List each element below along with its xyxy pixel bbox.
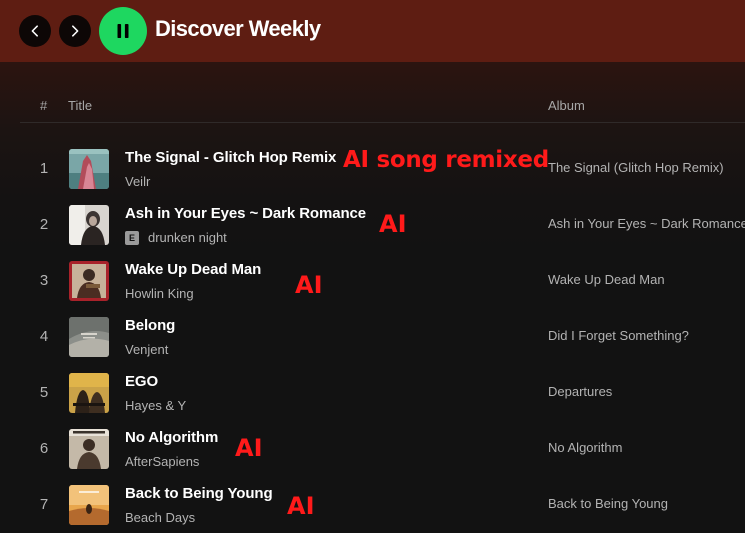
- track-number: 2: [39, 216, 49, 233]
- album-art[interactable]: [69, 373, 109, 413]
- track-album[interactable]: Wake Up Dead Man: [548, 272, 665, 287]
- track-number: 1: [39, 160, 49, 177]
- track-row[interactable]: 6 No Algorithm AfterSapiens No Algorithm: [0, 419, 745, 475]
- track-title[interactable]: No Algorithm: [125, 429, 218, 446]
- track-row[interactable]: 3 Wake Up Dead Man Howlin King Wake Up D…: [0, 251, 745, 307]
- track-title[interactable]: The Signal - Glitch Hop Remix: [125, 149, 336, 166]
- pause-icon: [117, 24, 129, 38]
- track-row[interactable]: 7 Back to Being Young Beach Days Back to…: [0, 475, 745, 531]
- chevron-left-icon: [31, 25, 38, 37]
- track-album[interactable]: Back to Being Young: [548, 496, 668, 511]
- album-art[interactable]: [69, 429, 109, 469]
- ai-annotation: AI: [287, 492, 315, 520]
- chevron-right-icon: [72, 25, 79, 37]
- artist-link[interactable]: Veilr: [125, 174, 150, 189]
- column-number: #: [40, 98, 48, 113]
- track-number: 5: [39, 384, 49, 401]
- pause-button[interactable]: [99, 7, 147, 55]
- artist-link[interactable]: Howlin King: [125, 286, 194, 301]
- playlist-title: Discover Weekly: [155, 16, 321, 41]
- ai-annotation: AI: [379, 210, 407, 238]
- track-title[interactable]: Wake Up Dead Man: [125, 261, 261, 278]
- artist-link[interactable]: drunken night: [148, 230, 227, 245]
- explicit-badge: E: [125, 230, 139, 245]
- album-art-image: [69, 317, 109, 357]
- album-art-image: [69, 485, 109, 525]
- track-artist: Howlin King: [125, 286, 194, 301]
- track-artist: Beach Days: [125, 510, 195, 525]
- track-artist: Venjent: [125, 342, 168, 357]
- track-album[interactable]: Ash in Your Eyes ~ Dark Romance: [548, 216, 745, 231]
- track-album[interactable]: Departures: [548, 384, 612, 399]
- track-number: 3: [39, 272, 49, 289]
- track-album[interactable]: No Algorithm: [548, 440, 622, 455]
- track-number: 6: [39, 440, 49, 457]
- track-row[interactable]: 5 EGO Hayes & Y Departures: [0, 363, 745, 419]
- top-bar: Discover Weekly: [0, 0, 745, 62]
- album-art-image: [69, 205, 109, 245]
- artist-link[interactable]: Venjent: [125, 342, 168, 357]
- track-row[interactable]: 4 Belong Venjent Did I Forget Something?: [0, 307, 745, 363]
- album-art[interactable]: [69, 261, 109, 301]
- album-art-image: [69, 149, 109, 189]
- forward-button[interactable]: [59, 15, 91, 47]
- track-number: 7: [39, 496, 49, 513]
- track-artist: Edrunken night: [125, 230, 227, 245]
- back-button[interactable]: [19, 15, 51, 47]
- track-artist: AfterSapiens: [125, 454, 199, 469]
- track-album[interactable]: Did I Forget Something?: [548, 328, 689, 343]
- album-art-image: [69, 261, 109, 301]
- column-title[interactable]: Title: [68, 98, 92, 113]
- album-art[interactable]: [69, 205, 109, 245]
- track-album[interactable]: The Signal (Glitch Hop Remix): [548, 160, 724, 175]
- playlist-page: Discover Weekly # Title Album 1 The Sign…: [0, 0, 745, 533]
- track-title[interactable]: Back to Being Young: [125, 485, 273, 502]
- ai-annotation: AI: [295, 271, 323, 299]
- artist-link[interactable]: AfterSapiens: [125, 454, 199, 469]
- track-artist: Hayes & Y: [125, 398, 186, 413]
- ai-annotation: AI: [235, 434, 263, 462]
- album-art-image: [69, 429, 109, 469]
- track-row[interactable]: 2 Ash in Your Eyes ~ Dark Romance Edrunk…: [0, 195, 745, 251]
- album-art[interactable]: [69, 485, 109, 525]
- album-art[interactable]: [69, 149, 109, 189]
- column-album[interactable]: Album: [548, 98, 585, 113]
- track-artist: Veilr: [125, 174, 150, 189]
- album-art[interactable]: [69, 317, 109, 357]
- track-title[interactable]: EGO: [125, 373, 158, 390]
- track-title[interactable]: Ash in Your Eyes ~ Dark Romance: [125, 205, 366, 222]
- track-title[interactable]: Belong: [125, 317, 175, 334]
- ai-remix-annotation: AI song remixed: [343, 147, 549, 173]
- track-number: 4: [39, 328, 49, 345]
- album-art-image: [69, 373, 109, 413]
- artist-link[interactable]: Hayes & Y: [125, 398, 186, 413]
- column-header: # Title Album: [20, 90, 745, 123]
- artist-link[interactable]: Beach Days: [125, 510, 195, 525]
